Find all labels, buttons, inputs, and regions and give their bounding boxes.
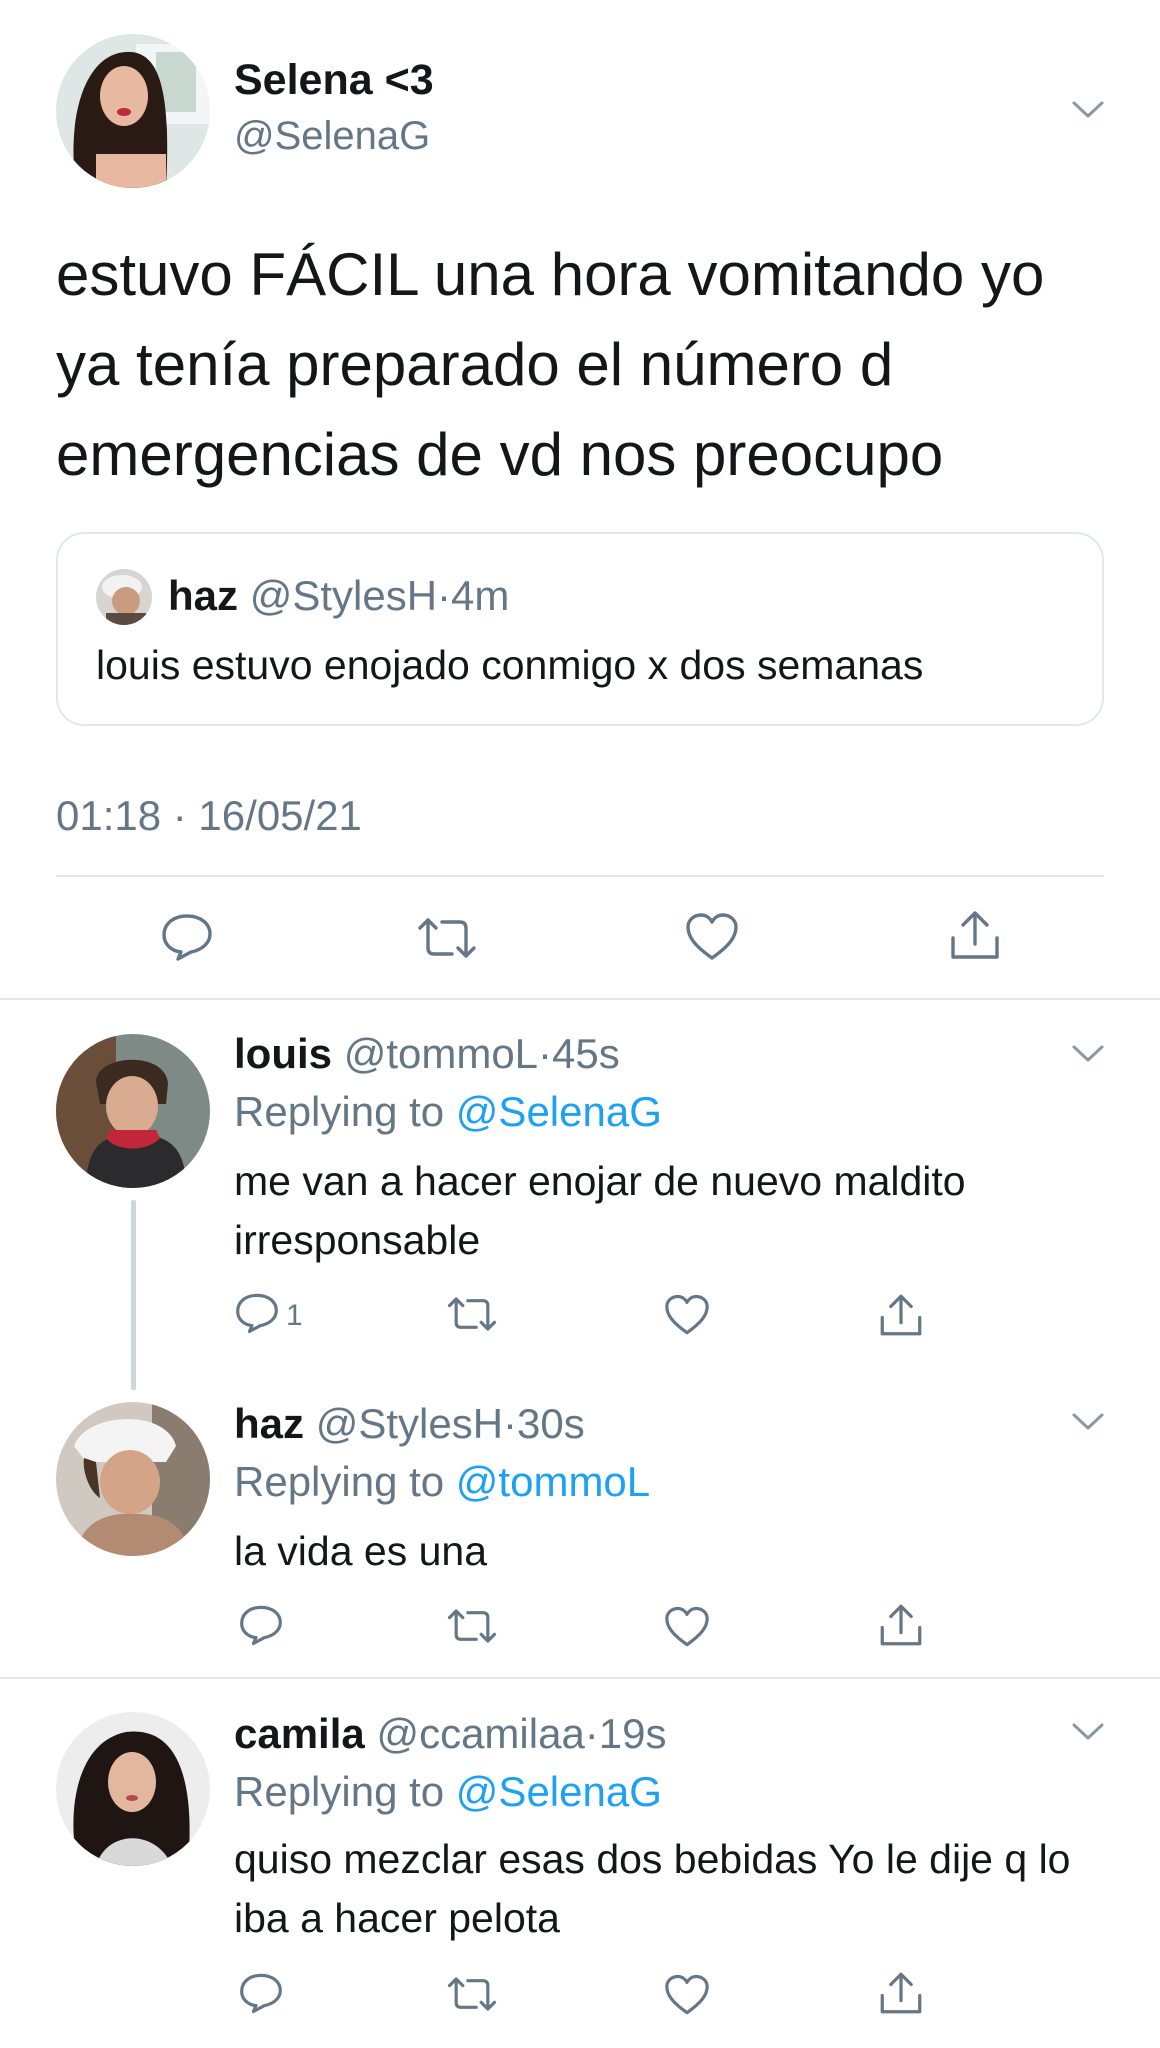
share-icon (878, 1602, 924, 1653)
retweet-icon (446, 1606, 498, 1651)
reply-author-handle[interactable]: @tommoL (344, 1030, 538, 1077)
reply-time: 19s (598, 1710, 667, 1757)
replying-to-mention[interactable]: @tommoL (456, 1458, 650, 1505)
reply-text: la vida es una (234, 1528, 488, 1574)
retweet-button[interactable] (446, 1606, 498, 1651)
tweet-text: estuvo FÁCIL una hora vomitando yo ya te… (56, 241, 1045, 488)
tweet-detail-page: Selena <3 @SelenaG estuvo FÁCIL una hora… (0, 0, 1160, 2048)
avatar-haz[interactable] (56, 1402, 210, 1556)
reply-button[interactable] (238, 1604, 284, 1651)
like-button[interactable] (664, 1974, 710, 2021)
separator-dot: · (538, 1030, 553, 1077)
quoted-tweet-card[interactable]: haz @StylesH·4m louis estuvo enojado con… (56, 532, 1104, 726)
author-handle[interactable]: @SelenaG (234, 114, 430, 159)
reply-time: 30s (517, 1400, 585, 1447)
share-button[interactable] (878, 1970, 924, 2021)
reply-text: me van a hacer enojar de nuevo maldito i… (234, 1158, 966, 1263)
reply-time: 45s (552, 1030, 620, 1077)
avatar-camila[interactable] (56, 1712, 210, 1866)
replying-to: Replying to @SelenaG (234, 1768, 662, 1816)
replying-to-mention[interactable]: @SelenaG (456, 1768, 662, 1815)
share-button[interactable] (878, 1602, 924, 1653)
reply-author-handle[interactable]: @StylesH (316, 1400, 503, 1447)
quoted-time: 4m (451, 572, 510, 619)
reply-icon (238, 1604, 284, 1651)
replying-to-label: Replying to (234, 1088, 445, 1135)
quoted-tweet-header: haz @StylesH·4m (168, 572, 509, 620)
reply-text: quiso mezclar esas dos bebidas Yo le dij… (234, 1836, 1071, 1941)
chevron-down-icon[interactable] (1068, 90, 1108, 130)
avatar-selena[interactable] (56, 34, 210, 188)
reply-button[interactable] (160, 912, 214, 967)
retweet-icon (416, 914, 478, 967)
separator-dot: · (437, 572, 452, 619)
avatar-haz-quote (96, 569, 152, 625)
separator-dot: · (503, 1400, 518, 1447)
reply-header: haz @StylesH·30s (234, 1400, 585, 1448)
retweet-button[interactable] (416, 914, 478, 967)
like-icon (664, 1974, 710, 2021)
quoted-author-name: haz (168, 572, 239, 619)
share-button[interactable] (878, 1292, 924, 1343)
reply-author-name[interactable]: haz (234, 1400, 304, 1447)
share-icon (878, 1970, 924, 2021)
retweet-button[interactable] (446, 1974, 498, 2019)
chevron-down-icon[interactable] (1068, 1034, 1108, 1074)
share-icon (878, 1292, 924, 1343)
divider (0, 1677, 1160, 1679)
reply-author-name[interactable]: camila (234, 1710, 365, 1757)
like-button[interactable] (685, 912, 739, 967)
like-icon (685, 912, 739, 967)
retweet-icon (446, 1294, 498, 1339)
like-icon (664, 1606, 710, 1653)
chevron-down-icon[interactable] (1068, 1402, 1108, 1442)
share-icon (948, 908, 1002, 967)
reply-header: camila @ccamilaa·19s (234, 1710, 667, 1758)
replying-to-mention[interactable]: @SelenaG (456, 1088, 662, 1135)
reply-author-name[interactable]: louis (234, 1030, 332, 1077)
replying-to-label: Replying to (234, 1768, 445, 1815)
quoted-tweet-text: louis estuvo enojado conmigo x dos seman… (96, 642, 924, 688)
replying-to: Replying to @SelenaG (234, 1088, 662, 1136)
reply-button[interactable] (238, 1972, 284, 2019)
retweet-button[interactable] (446, 1294, 498, 1339)
reply-icon (160, 912, 214, 967)
like-icon (664, 1294, 710, 1341)
reply-author-handle[interactable]: @ccamilaa (376, 1710, 584, 1757)
avatar-louis[interactable] (56, 1034, 210, 1188)
tweet-timestamp[interactable]: 01:18 · 16/05/21 (56, 792, 362, 840)
quoted-author-handle: @StylesH (249, 572, 438, 619)
like-button[interactable] (664, 1294, 710, 1341)
chevron-down-icon[interactable] (1068, 1712, 1108, 1752)
separator-dot: · (584, 1710, 599, 1757)
reply-header: louis @tommoL·45s (234, 1030, 620, 1078)
divider (56, 875, 1104, 877)
reply-icon (234, 1292, 280, 1339)
divider (0, 998, 1160, 1000)
reply-button[interactable]: 1 (234, 1292, 303, 1339)
author-name[interactable]: Selena <3 (234, 56, 434, 105)
replying-to: Replying to @tommoL (234, 1458, 650, 1506)
reply-count: 1 (286, 1298, 303, 1332)
like-button[interactable] (664, 1606, 710, 1653)
reply-icon (238, 1972, 284, 2019)
retweet-icon (446, 1974, 498, 2019)
replying-to-label: Replying to (234, 1458, 445, 1505)
thread-connector (131, 1200, 136, 1390)
share-button[interactable] (948, 908, 1002, 967)
